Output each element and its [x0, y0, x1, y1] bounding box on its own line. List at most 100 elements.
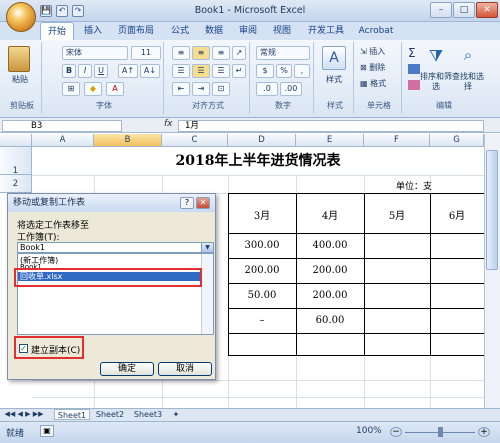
font-name-select[interactable]: 宋体	[62, 46, 128, 60]
zoom-slider-thumb[interactable]	[438, 427, 443, 437]
formula-input[interactable]: 1月	[178, 120, 484, 132]
column-header[interactable]: G	[430, 134, 484, 147]
cancel-button[interactable]: 取消	[158, 362, 212, 376]
align-bottom-icon[interactable]: ≡	[212, 46, 230, 60]
grow-font-button[interactable]: A↑	[118, 64, 138, 78]
tab-home[interactable]: 开始	[40, 22, 74, 40]
insert-cells-button[interactable]: ⇲ 插入	[360, 46, 400, 57]
tab-data[interactable]: 数据	[200, 22, 228, 40]
find-select-button[interactable]: 查找和选择	[452, 72, 484, 92]
tab-acrobat[interactable]: Acrobat	[356, 22, 396, 40]
data-cell[interactable]: 200.00	[228, 265, 296, 276]
underline-button[interactable]: U	[94, 64, 108, 78]
clipboard-label: 剪贴板	[10, 101, 34, 110]
paste-button[interactable]: 粘贴	[6, 74, 34, 85]
percent-button[interactable]: %	[276, 64, 292, 78]
sheet-tab[interactable]: Sheet1	[54, 409, 90, 420]
increase-decimal-icon[interactable]: .0	[256, 82, 278, 96]
format-label: 格式	[370, 79, 387, 88]
data-cell[interactable]: –	[228, 315, 296, 326]
font-size-select[interactable]: 11	[131, 46, 161, 60]
column-header[interactable]: B	[94, 134, 162, 147]
increase-indent-icon[interactable]: ⇥	[192, 82, 210, 96]
zoom-out-icon[interactable]: −	[390, 427, 402, 437]
zoom-in-icon[interactable]: +	[478, 427, 490, 437]
tab-review[interactable]: 审阅	[234, 22, 262, 40]
fill-color-icon[interactable]: ◆	[84, 82, 102, 96]
delete-icon: ⊠	[360, 63, 370, 72]
decrease-indent-icon[interactable]: ⇤	[172, 82, 190, 96]
decrease-decimal-icon[interactable]: .00	[280, 82, 302, 96]
data-cell[interactable]: 60.00	[296, 315, 364, 326]
ok-button[interactable]: 确定	[100, 362, 154, 376]
sheet-tab[interactable]: Sheet2	[92, 409, 128, 420]
dropdown-arrow-icon[interactable]: ▼	[201, 243, 213, 252]
office-button[interactable]	[6, 2, 36, 32]
find-select-icon[interactable]: ⌕	[458, 46, 478, 68]
sort-filter-button[interactable]: 排序和筛选	[420, 72, 452, 92]
tab-insert[interactable]: 插入	[78, 22, 108, 40]
align-middle-icon[interactable]: ≡	[192, 46, 210, 60]
align-right-icon[interactable]: ☰	[212, 64, 230, 78]
format-icon: ▦	[360, 79, 371, 88]
alignment-label: 对齐方式	[192, 101, 224, 110]
tab-developer[interactable]: 开发工具	[302, 22, 350, 40]
fill-icon[interactable]	[408, 64, 420, 74]
data-cell[interactable]: 200.00	[296, 290, 364, 301]
tab-page-layout[interactable]: 页面布局	[112, 22, 160, 40]
dialog-help-button[interactable]: ?	[180, 197, 194, 209]
currency-icon[interactable]: $	[256, 64, 274, 78]
new-sheet-icon[interactable]: ✦	[168, 409, 184, 420]
close-button[interactable]: ✕	[476, 2, 498, 18]
align-center-icon[interactable]: ☰	[192, 64, 210, 78]
delete-cells-button[interactable]: ⊠ 删除	[360, 62, 400, 73]
data-cell[interactable]: 400.00	[296, 240, 364, 251]
column-header[interactable]: F	[364, 134, 430, 147]
styles-button[interactable]: 样式	[318, 74, 350, 85]
list-scrollbar[interactable]	[201, 254, 213, 334]
fx-icon[interactable]: fx	[164, 119, 178, 131]
row-header[interactable]: 2	[0, 175, 32, 193]
clear-icon[interactable]	[408, 80, 420, 90]
name-box[interactable]: B3	[2, 120, 122, 132]
align-top-icon[interactable]: ≡	[172, 46, 190, 60]
minimize-button[interactable]: –	[430, 2, 452, 18]
styles-label: 样式	[327, 101, 343, 110]
column-header[interactable]: A	[32, 134, 94, 147]
shrink-font-button[interactable]: A↓	[140, 64, 160, 78]
sum-button[interactable]: Σ	[408, 46, 420, 60]
align-left-icon[interactable]: ☰	[172, 64, 190, 78]
number-format-select[interactable]: 常规	[256, 46, 310, 60]
restore-button[interactable]: □	[453, 2, 475, 18]
orientation-icon[interactable]: ↗	[232, 46, 246, 60]
wrap-text-icon[interactable]: ↵	[232, 64, 246, 78]
italic-button[interactable]: I	[78, 64, 92, 78]
data-cell[interactable]: 50.00	[228, 290, 296, 301]
sort-filter-icon[interactable]: ⧩	[426, 46, 446, 68]
data-cell[interactable]: 300.00	[228, 240, 296, 251]
dialog-close-button[interactable]: ✕	[196, 197, 210, 209]
tab-formulas[interactable]: 公式	[166, 22, 194, 40]
styles-icon[interactable]: A	[322, 46, 346, 70]
insert-label: 插入	[369, 47, 386, 56]
bold-button[interactable]: B	[62, 64, 76, 78]
scrollbar-thumb[interactable]	[486, 150, 498, 270]
borders-icon[interactable]: ⊞	[62, 82, 80, 96]
merge-cells-icon[interactable]: ⊡	[212, 82, 230, 96]
workbook-select[interactable]: Book1	[17, 242, 214, 253]
editing-label: 编辑	[436, 101, 452, 110]
column-header[interactable]: E	[296, 134, 364, 147]
tab-view[interactable]: 视图	[268, 22, 296, 40]
sheet-tab[interactable]: Sheet3	[130, 409, 166, 420]
column-header[interactable]: C	[162, 134, 228, 147]
comma-button[interactable]: ,	[294, 64, 310, 78]
column-header[interactable]: D	[228, 134, 296, 147]
select-all-corner[interactable]	[0, 134, 32, 147]
paste-icon[interactable]	[8, 46, 30, 72]
macro-record-icon[interactable]: ▣	[40, 425, 54, 437]
data-cell[interactable]: 200.00	[296, 265, 364, 276]
row-header[interactable]: 1	[0, 147, 32, 176]
sheet-nav-icon[interactable]: ◀◀ ◀ ▶ ▶▶	[4, 409, 44, 420]
format-cells-button[interactable]: ▦ 格式	[360, 78, 400, 89]
font-color-icon[interactable]: A	[106, 82, 124, 96]
